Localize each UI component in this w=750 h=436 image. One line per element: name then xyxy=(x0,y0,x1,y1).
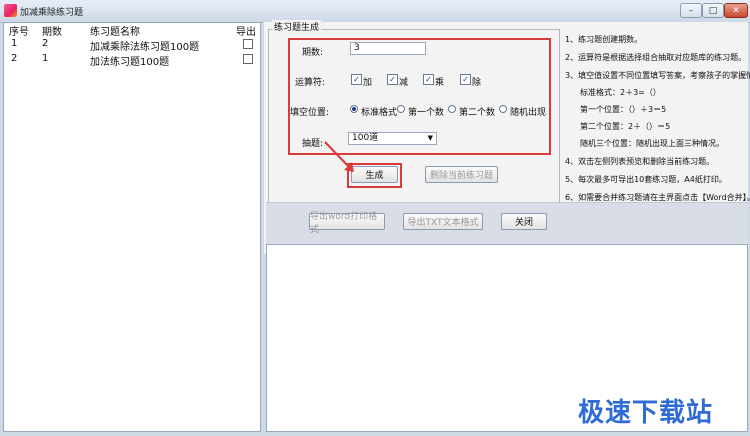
app-icon xyxy=(4,4,17,17)
row-2-name[interactable]: 加法练习题100题 xyxy=(90,53,169,68)
row-2-no[interactable]: 2 xyxy=(11,53,17,64)
add-label: 加 xyxy=(363,78,373,88)
maximize-button[interactable]: □ xyxy=(702,3,724,18)
column-header-no[interactable]: 序号 xyxy=(9,23,29,38)
group-title: 练习题生成 xyxy=(272,20,322,33)
column-header-export[interactable]: 导出 xyxy=(236,23,256,38)
watermark-logo: 极速下载站 xyxy=(578,398,714,428)
title-bar xyxy=(0,0,750,23)
note-4: 4、双击左侧列表预览和删除当前练习题。 xyxy=(565,157,715,166)
note-5: 5、每次最多可导出10套练习题，A4纸打印。 xyxy=(565,175,727,184)
exercise-list[interactable] xyxy=(3,22,261,432)
divide-label: 除 xyxy=(472,78,482,88)
export-txt-button[interactable]: 导出TXT文本格式 xyxy=(403,213,483,230)
radio-random[interactable] xyxy=(499,105,507,113)
multiply-checkbox[interactable]: ✓ xyxy=(423,74,434,85)
radio-first-label: 第一个数 xyxy=(408,108,445,118)
row-1-period[interactable]: 2 xyxy=(42,38,48,49)
column-header-period[interactable]: 期数 xyxy=(42,23,62,38)
export-word-button[interactable]: 导出word打印格式 xyxy=(309,212,385,235)
pointer-arrow-icon xyxy=(324,141,354,172)
multiply-label: 乘 xyxy=(435,78,445,88)
note-2: 2、运算符是根据选择组合抽取对应题库的练习题。 xyxy=(565,53,747,62)
radio-second[interactable] xyxy=(448,105,456,113)
row-1-export-checkbox[interactable] xyxy=(243,39,253,49)
minimize-button[interactable]: – xyxy=(680,3,702,18)
close-window-button[interactable]: ✕ xyxy=(724,3,748,18)
chevron-down-icon: ▼ xyxy=(427,134,433,142)
row-1-name[interactable]: 加减乘除法练习题100题 xyxy=(90,38,199,53)
delete-current-button[interactable]: 删除当前练习题 xyxy=(425,166,498,183)
note-3d: 随机三个位置：随机出现上面三种情况。 xyxy=(580,139,724,148)
radio-first[interactable] xyxy=(397,105,405,113)
add-checkbox[interactable]: ✓ xyxy=(351,74,362,85)
radio-standard-label: 标准格式 xyxy=(361,108,398,118)
row-2-export-checkbox[interactable] xyxy=(243,54,253,64)
row-1-no[interactable]: 1 xyxy=(11,38,17,49)
note-3b: 第一个位置：（）＋3＝5 xyxy=(580,105,667,114)
subtract-label: 减 xyxy=(399,78,409,88)
divide-checkbox[interactable]: ✓ xyxy=(460,74,471,85)
subtract-checkbox[interactable]: ✓ xyxy=(387,74,398,85)
period-input[interactable]: 3 xyxy=(350,42,426,55)
radio-second-label: 第二个数 xyxy=(459,108,496,118)
row-2-period[interactable]: 1 xyxy=(42,53,48,64)
radio-random-label: 随机出现 xyxy=(510,108,547,118)
operator-label: 运算符: xyxy=(295,78,326,88)
column-header-name[interactable]: 练习题名称 xyxy=(90,23,140,38)
note-3c: 第二个位置：2＋（）＝5 xyxy=(580,122,671,131)
fill-position-label: 填空位置: xyxy=(290,108,330,118)
note-1: 1、练习题创建期数。 xyxy=(565,35,643,44)
close-button[interactable]: 关闭 xyxy=(501,213,547,230)
draw-select[interactable]: 100道 ▼ xyxy=(348,132,437,145)
window-title: 加减乘除练习题 xyxy=(20,8,84,18)
radio-standard[interactable] xyxy=(350,105,358,113)
note-3: 3、填空值设置不同位置填写答案，考察孩子的掌握情况 xyxy=(565,71,750,80)
note-3a: 标准格式：2＋3=（） xyxy=(580,88,661,97)
period-label: 期数: xyxy=(302,48,324,58)
